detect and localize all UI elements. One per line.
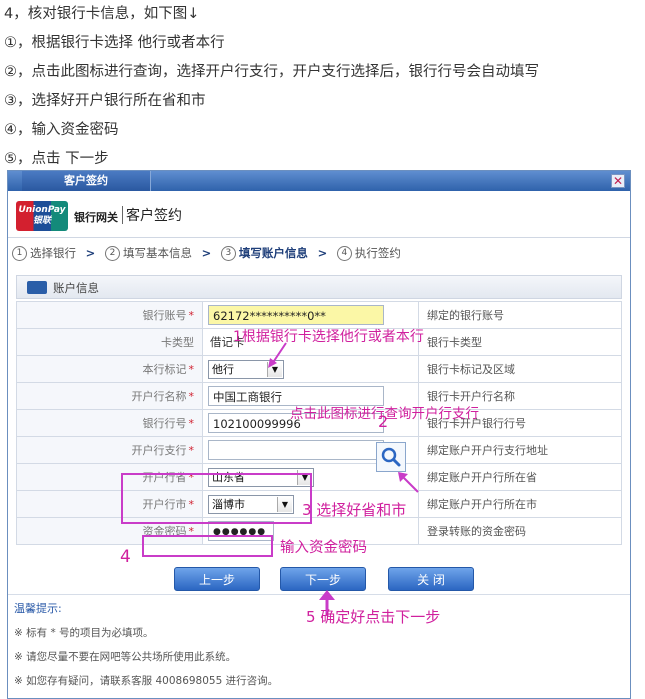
required-mark: *: [188, 363, 195, 376]
field-hint: 绑定账户开户行所在省: [418, 463, 622, 491]
required-mark: *: [188, 444, 195, 457]
field-hint: 绑定账户开户行支行地址: [418, 436, 622, 464]
instruction-line: 4，核对银行卡信息，如下图↓: [4, 6, 200, 22]
required-mark: *: [188, 309, 195, 322]
step-number: 1: [12, 245, 27, 261]
account-info-section: 账户信息: [16, 275, 622, 299]
logo-text-top: UnionPay: [18, 205, 66, 215]
annotation-arrow-2: [398, 472, 419, 493]
unionpay-logo: UnionPay 银联: [16, 201, 68, 231]
instruction-line: ③，选择好开户银行所在省和市: [4, 93, 206, 109]
field-label: 本行标记: [142, 363, 187, 376]
dialog-title: 客户签约: [22, 171, 151, 191]
branch-input[interactable]: [208, 440, 384, 460]
field-hint: 银行卡类型: [418, 328, 622, 356]
form-row-bank-flag: 本行标记 * 他行 ▼ 银行卡标记及区域: [16, 355, 622, 383]
form-row-branch: 开户行支行 * 绑定账户开户行支行地址: [16, 436, 622, 464]
field-label: 银行账号: [142, 309, 187, 322]
tip-line: ※ 如您存有疑问，请联系客服 4008698055 进行咨询。: [14, 675, 279, 687]
step-number: 2: [104, 245, 120, 261]
account-number-input[interactable]: 62172**********0**: [208, 305, 384, 325]
field-hint: 绑定账户开户行所在市: [418, 490, 622, 518]
brand-title: 客户签约: [126, 208, 182, 224]
field-hint: 登录转账的资金密码: [418, 517, 622, 545]
step-label: 填写基本信息: [122, 246, 192, 260]
instruction-line: ①，根据银行卡选择 他行或者本行: [4, 35, 225, 51]
header-divider: [8, 237, 630, 238]
next-step-button[interactable]: 下一步: [280, 567, 366, 591]
step-progress: 1 选择银行 > 2 填写基本信息 > 3 填写账户信息 > 4 执行签约: [12, 245, 401, 261]
field-hint: 绑定的银行账号: [418, 301, 622, 329]
step-number: 4: [336, 245, 352, 261]
annotation-box-password: [142, 535, 273, 557]
tips-panel: 温馨提示: ※ 标有 * 号的项目为必填项。 ※ 请您尽量不要在网吧等公共场所使…: [14, 597, 278, 693]
step-label-active: 填写账户信息: [238, 246, 308, 260]
instruction-line: ②，点击此图标进行查询，选择开户行支行，开户支行选择后，银行行号会自动填写: [4, 64, 539, 80]
annotation-5: 5 确定好点击下一步: [306, 608, 441, 626]
chevron-right-icon: >: [201, 246, 212, 260]
form-row-account: 银行账号 * 62172**********0** 绑定的银行账号: [16, 301, 622, 329]
annotation-box-province-city: [121, 473, 312, 524]
field-hint: 银行卡标记及区域: [418, 355, 622, 383]
annotation-3: 3 选择好省和市: [302, 501, 407, 519]
branch-search-button[interactable]: [376, 442, 406, 472]
close-button[interactable]: 关 闭: [388, 567, 474, 591]
field-label: 开户行名称: [131, 390, 187, 403]
logo-text-bottom: 银联: [32, 216, 51, 226]
step-label: 选择银行: [30, 246, 76, 260]
select-value: 他行: [212, 362, 234, 376]
annotation-4-number: 4: [120, 547, 131, 567]
search-icon: [381, 447, 401, 467]
prev-step-button[interactable]: 上一步: [174, 567, 260, 591]
card-icon: [27, 281, 47, 294]
field-label: 开户行支行: [131, 444, 187, 457]
annotation-2-number: 2: [378, 412, 389, 431]
field-label: 银行行号: [142, 417, 187, 430]
required-mark: *: [188, 390, 195, 403]
chevron-right-icon: >: [317, 246, 328, 260]
annotation-arrow-1: [268, 342, 287, 368]
required-mark: *: [188, 417, 195, 430]
field-label: 卡类型: [161, 336, 194, 349]
chevron-right-icon: >: [85, 246, 96, 260]
annotation-4-text: 输入资金密码: [280, 540, 367, 556]
tips-title: 温馨提示:: [14, 602, 62, 615]
instruction-line: ④，输入资金密码: [4, 122, 119, 138]
brand-divider: [122, 206, 123, 224]
section-title: 账户信息: [53, 281, 99, 295]
instruction-list: 4，核对银行卡信息，如下图↓ ①，根据银行卡选择 他行或者本行 ②，点击此图标进…: [4, 0, 539, 174]
tip-line: ※ 请您尽量不要在网吧等公共场所使用此系统。: [14, 651, 237, 663]
form-row-province: 开户行省 * 山东省 ▼ 绑定账户开户行所在省: [16, 463, 622, 491]
close-icon[interactable]: ✕: [611, 174, 625, 188]
tip-line: ※ 标有 * 号的项目为必填项。: [14, 627, 154, 639]
brand-gateway: 银行网关: [74, 211, 118, 224]
dialog-titlebar: 客户签约 ✕: [8, 171, 630, 191]
step-number: 3: [220, 245, 236, 261]
step-label: 执行签约: [354, 246, 401, 260]
